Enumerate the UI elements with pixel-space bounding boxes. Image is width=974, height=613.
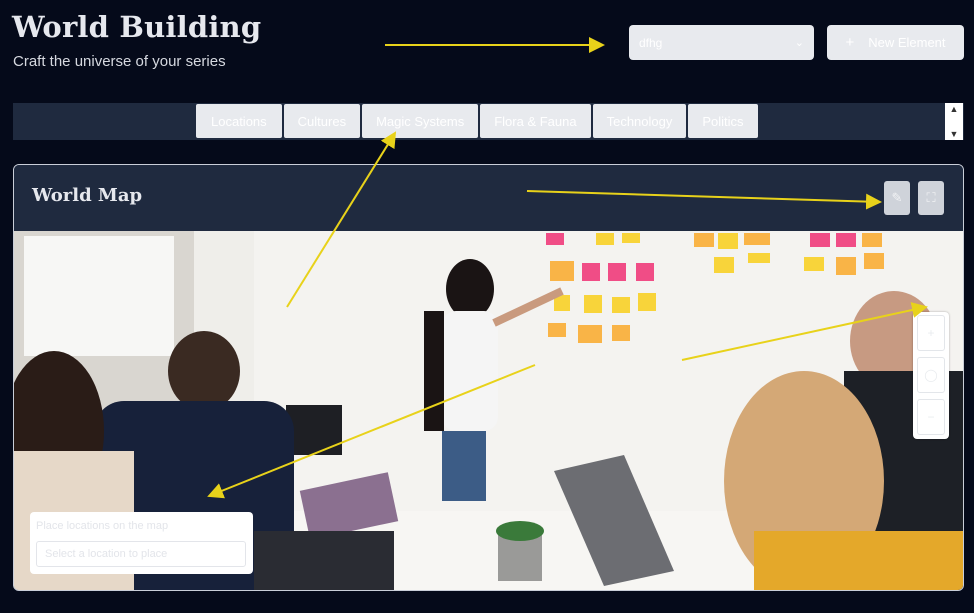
tab-politics[interactable]: Politics [688, 104, 758, 138]
zoom-in-icon: + [927, 326, 935, 340]
world-map-image[interactable]: + ◯ − Place locations on the map Select … [14, 231, 963, 590]
zoom-in-button[interactable]: + [917, 315, 945, 351]
place-locations-label: Place locations on the map [36, 520, 169, 532]
world-map-header: World Map ✎ ⛶ [14, 165, 963, 231]
tab-cultures[interactable]: Cultures [283, 104, 361, 138]
zoom-reset-button[interactable]: ◯ [917, 357, 945, 393]
zoom-controls: + ◯ − [913, 312, 949, 439]
zoom-out-button[interactable]: − [917, 399, 945, 435]
tab-technology[interactable]: Technology [592, 104, 687, 138]
tab-locations[interactable]: Locations [196, 104, 282, 138]
world-map-title: World Map [32, 185, 143, 206]
element-select[interactable]: dfhg ⌄ [629, 25, 814, 60]
location-select[interactable]: Select a location to place [36, 541, 246, 567]
tab-list: Locations Cultures Magic Systems Flora &… [196, 104, 758, 138]
new-element-button[interactable]: + New Element [827, 25, 964, 60]
zoom-reset-icon: ◯ [924, 368, 938, 382]
edit-map-button[interactable]: ✎ [884, 181, 910, 215]
tab-magic-systems[interactable]: Magic Systems [362, 104, 479, 138]
fullscreen-button[interactable]: ⛶ [918, 181, 944, 215]
page-title: World Building [12, 10, 262, 44]
scroll-down-icon[interactable]: ▼ [950, 128, 959, 140]
place-locations-panel: Place locations on the map Select a loca… [30, 512, 253, 574]
page-subtitle: Craft the universe of your series [13, 53, 226, 70]
chevron-down-icon: ⌄ [794, 37, 804, 49]
scroll-up-icon[interactable]: ▲ [950, 103, 959, 115]
tab-scrollbar[interactable]: ▲ ▼ [945, 103, 963, 140]
zoom-out-icon: − [927, 410, 935, 424]
world-map-card: World Map ✎ ⛶ + ◯ − Place locations on t… [13, 164, 964, 591]
plus-icon: + [845, 34, 855, 51]
pencil-icon: ✎ [891, 190, 903, 205]
fullscreen-icon: ⛶ [926, 190, 936, 205]
tab-flora-fauna[interactable]: Flora & Fauna [480, 104, 591, 138]
new-element-label: New Element [868, 35, 946, 50]
element-select-value: dfhg [639, 35, 663, 50]
